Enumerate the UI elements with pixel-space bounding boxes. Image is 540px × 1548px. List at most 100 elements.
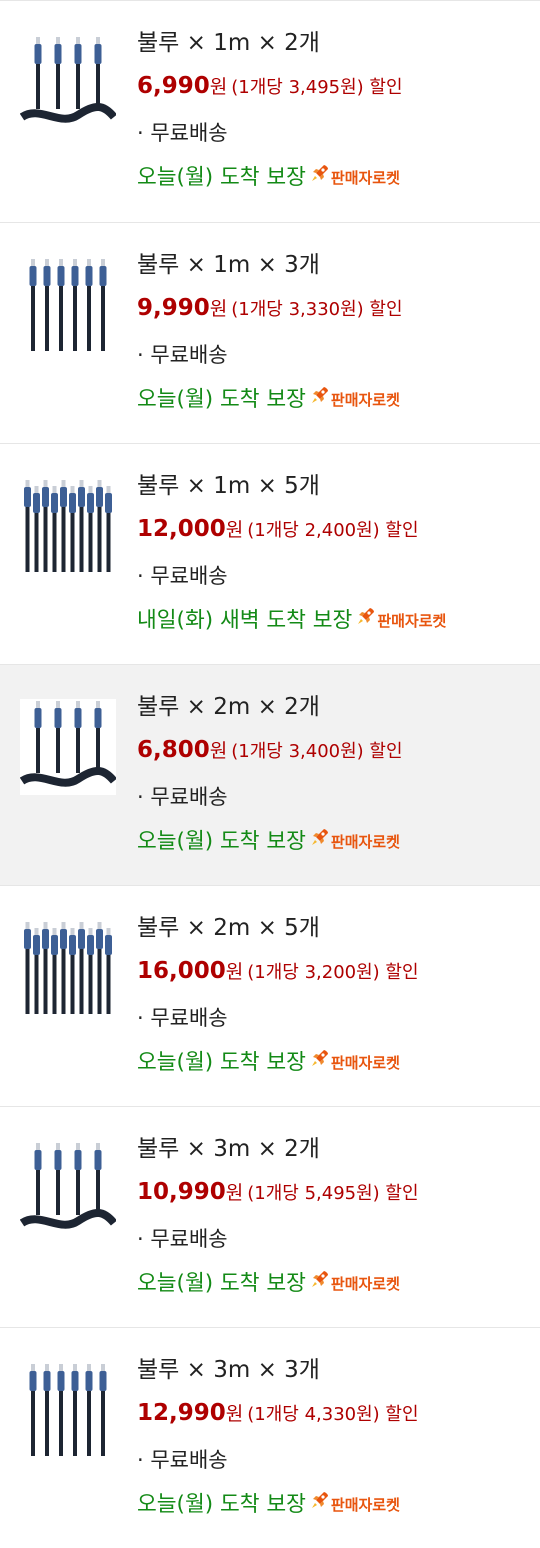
- seller-rocket-badge: 판매자로켓: [310, 377, 400, 423]
- cable-plug: [59, 1364, 63, 1371]
- cable-plug: [36, 701, 40, 708]
- cable-plug: [79, 922, 84, 929]
- cable-connector: [74, 44, 82, 64]
- option-price: 9,990: [137, 295, 210, 321]
- cable-plug: [96, 701, 100, 708]
- cable-plug: [87, 259, 91, 266]
- cable-plug: [56, 701, 60, 708]
- option-title: 불루 × 2m × 5개: [137, 915, 320, 941]
- price-line: 12,990원 (1개당 4,330원) 할인: [137, 1390, 532, 1438]
- shipping-label: · 무료배송: [137, 1006, 228, 1030]
- cable-connector: [24, 929, 31, 949]
- option-info: 불루 × 1m × 5개 12,000원 (1개당 2,400원) 할인 · 무료…: [137, 466, 532, 644]
- arrival-guarantee: 오늘(월) 도착 보장: [137, 1271, 306, 1296]
- cable-connector: [29, 1371, 37, 1391]
- price-line: 12,000원 (1개당 2,400원) 할인: [137, 506, 532, 554]
- badge-label: 판매자로켓: [330, 1275, 400, 1293]
- cable-connector: [24, 487, 31, 507]
- cable-plug: [97, 922, 102, 929]
- currency-label: 원: [209, 76, 228, 98]
- option-price: 12,990: [137, 1400, 226, 1426]
- cable-connector: [54, 708, 62, 728]
- cable-plug: [88, 486, 93, 493]
- usb-c-cable-bundle-icon: [29, 1364, 107, 1456]
- cable-coil: [20, 1209, 116, 1229]
- cable-connector: [29, 266, 37, 286]
- badge-label: 판매자로켓: [330, 1054, 400, 1072]
- option-row[interactable]: 불루 × 1m × 3개 9,990원 (1개당 3,330원) 할인 · 무료배…: [0, 222, 540, 443]
- rocket-icon: [310, 1040, 330, 1086]
- rocket-icon: [310, 377, 330, 423]
- arrival-line: 오늘(월) 도착 보장 판매자로켓: [137, 377, 532, 423]
- cable-plug: [45, 1364, 49, 1371]
- cable-connector: [69, 935, 76, 955]
- cable-connector: [87, 935, 94, 955]
- price-line: 16,000원 (1개당 3,200원) 할인: [137, 948, 532, 996]
- cable-connector: [54, 44, 62, 64]
- cable-plug: [101, 1364, 105, 1371]
- option-row[interactable]: 불루 × 3m × 2개 10,990원 (1개당 5,495원) 할인 · 무료…: [0, 1106, 540, 1327]
- cable-connector: [94, 44, 102, 64]
- arrival-line: 오늘(월) 도착 보장 판매자로켓: [137, 1482, 532, 1528]
- arrival-guarantee: 오늘(월) 도착 보장: [137, 1050, 306, 1075]
- badge-label: 판매자로켓: [330, 833, 400, 851]
- arrival-guarantee: 오늘(월) 도착 보장: [137, 1492, 306, 1517]
- usb-c-cable-bundle-icon: [29, 259, 107, 351]
- option-row[interactable]: 불루 × 2m × 2개 6,800원 (1개당 3,400원) 할인 · 무료배…: [0, 664, 540, 885]
- arrival-guarantee: 내일(화) 새벽 도착 보장: [137, 608, 353, 633]
- product-thumbnail: [20, 1141, 116, 1237]
- cable-connector: [78, 929, 85, 949]
- cable-connector: [94, 1150, 102, 1170]
- shipping-label: · 무료배송: [137, 785, 228, 809]
- cable-connector: [34, 44, 42, 64]
- cable-connector: [85, 1371, 93, 1391]
- cable-connector: [34, 708, 42, 728]
- cable-connector: [51, 493, 58, 513]
- cable-plug: [76, 37, 80, 44]
- cable-plug: [106, 928, 111, 935]
- cable-plug: [52, 486, 57, 493]
- arrival-guarantee: 오늘(월) 도착 보장: [137, 165, 306, 190]
- cable-connector: [51, 935, 58, 955]
- cable-connector: [71, 266, 79, 286]
- option-info: 불루 × 2m × 5개 16,000원 (1개당 3,200원) 할인 · 무료…: [137, 908, 532, 1086]
- option-row[interactable]: 불루 × 3m × 3개 12,990원 (1개당 4,330원) 할인 · 무료…: [0, 1327, 540, 1548]
- badge-label: 판매자로켓: [330, 169, 400, 187]
- arrival-line: 오늘(월) 도착 보장 판매자로켓: [137, 819, 532, 865]
- seller-rocket-badge: 판매자로켓: [356, 598, 446, 644]
- option-row[interactable]: 불루 × 1m × 2개 6,990원 (1개당 3,495원) 할인 · 무료배…: [0, 0, 540, 222]
- cable-connector: [78, 487, 85, 507]
- badge-label: 판매자로켓: [377, 612, 447, 630]
- cable-plug: [87, 1364, 91, 1371]
- unit-price-label: (1개당 3,495원) 할인: [231, 77, 403, 98]
- product-thumbnail: [20, 478, 116, 574]
- cable-plug: [79, 480, 84, 487]
- cable-connector: [99, 1371, 107, 1391]
- option-row[interactable]: 불루 × 1m × 5개 12,000원 (1개당 2,400원) 할인 · 무료…: [0, 443, 540, 664]
- badge-label: 판매자로켓: [330, 391, 400, 409]
- cable-connector: [94, 708, 102, 728]
- cable-connector: [87, 493, 94, 513]
- cable-plug: [101, 259, 105, 266]
- cable-connector: [33, 935, 40, 955]
- option-title: 불루 × 2m × 2개: [137, 694, 320, 720]
- product-thumbnail: [20, 257, 116, 353]
- cable-connector: [74, 708, 82, 728]
- cable-connector: [43, 266, 51, 286]
- arrival-guarantee: 오늘(월) 도착 보장: [137, 387, 306, 412]
- cable-plug: [31, 1364, 35, 1371]
- cable-plug: [96, 1143, 100, 1150]
- price-line: 6,990원 (1개당 3,495원) 할인: [137, 63, 532, 111]
- cable-plug: [97, 480, 102, 487]
- arrival-line: 내일(화) 새벽 도착 보장 판매자로켓: [137, 598, 532, 644]
- cable-plug: [36, 1143, 40, 1150]
- option-price: 10,990: [137, 1179, 226, 1205]
- cable-plug: [36, 37, 40, 44]
- shipping-label: · 무료배송: [137, 343, 228, 367]
- cable-plug: [43, 480, 48, 487]
- rocket-icon: [310, 1261, 330, 1307]
- usb-c-cable-bundle-icon: [24, 480, 112, 572]
- unit-price-label: (1개당 4,330원) 할인: [247, 1404, 419, 1425]
- unit-price-label: (1개당 5,495원) 할인: [247, 1183, 419, 1204]
- option-row[interactable]: 불루 × 2m × 5개 16,000원 (1개당 3,200원) 할인 · 무료…: [0, 885, 540, 1106]
